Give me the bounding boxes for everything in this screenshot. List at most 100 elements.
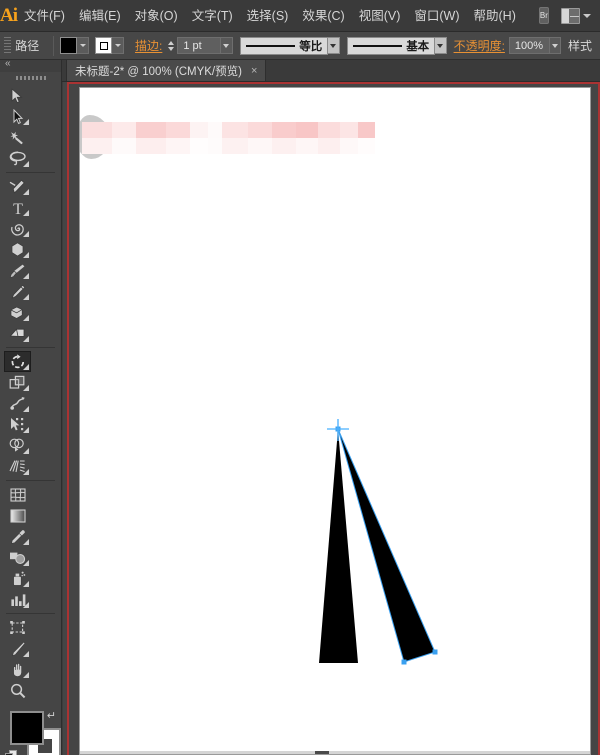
opacity-dropdown-icon[interactable] — [549, 37, 561, 54]
menu-object[interactable]: 对象(O) — [128, 0, 185, 32]
tool-flyout-icon — [23, 651, 29, 657]
selection-tool[interactable] — [4, 85, 31, 106]
fill-swatch-group[interactable] — [60, 37, 130, 54]
tools-panel-grip[interactable] — [15, 76, 46, 80]
tools-divider-1 — [6, 172, 55, 173]
rotate-tool[interactable] — [4, 351, 31, 372]
scale-tool[interactable] — [4, 372, 31, 393]
menu-view[interactable]: 视图(V) — [352, 0, 408, 32]
control-bar-grip[interactable] — [4, 36, 12, 55]
lasso-tool[interactable] — [4, 148, 31, 169]
tool-flyout-icon — [23, 672, 29, 678]
slice-tool[interactable] — [4, 638, 31, 659]
color-controls: ↵ — [0, 707, 61, 755]
workspace-switcher[interactable] — [560, 7, 591, 24]
menu-window[interactable]: 窗口(W) — [407, 0, 466, 32]
blend-tool[interactable] — [4, 547, 31, 568]
artboard[interactable] — [79, 87, 591, 755]
workspace-layout-icon — [560, 7, 580, 24]
control-bar-divider-1 — [53, 35, 54, 56]
menu-effect[interactable]: 效果(C) — [295, 0, 351, 32]
tool-flyout-icon — [23, 427, 29, 433]
default-fill-stroke-icon[interactable] — [5, 750, 18, 755]
hand-tool[interactable] — [4, 659, 31, 680]
tools-panel: T — [0, 58, 62, 755]
spiral-tool[interactable] — [4, 218, 31, 239]
column-graph-tool[interactable] — [4, 589, 31, 610]
width-profile-label: 等比 — [299, 40, 323, 53]
tools-divider-2 — [6, 347, 55, 348]
mesh-tool[interactable] — [4, 484, 31, 505]
style-label[interactable]: 样式 — [568, 37, 592, 54]
swap-fill-stroke-icon[interactable]: ↵ — [47, 709, 56, 722]
horizontal-scrollbar-track[interactable] — [80, 751, 590, 754]
menu-select[interactable]: 选择(S) — [240, 0, 296, 32]
tool-flyout-icon — [23, 161, 29, 167]
chevron-down-icon — [582, 13, 591, 18]
pencil-tool[interactable] — [4, 281, 31, 302]
menu-bar: Ai 文件(F) 编辑(E) 对象(O) 文字(T) 选择(S) 效果(C) 视… — [0, 0, 600, 32]
svg-text:T: T — [13, 201, 23, 216]
illustrator-window: Ai 文件(F) 编辑(E) 对象(O) 文字(T) 选择(S) 效果(C) 视… — [0, 0, 600, 755]
tools-grid-2: T — [0, 176, 61, 344]
tool-flyout-icon — [23, 189, 29, 195]
direct-selection-tool[interactable] — [4, 106, 31, 127]
eyedropper-tool[interactable] — [4, 526, 31, 547]
free-transform-tool[interactable] — [4, 414, 31, 435]
width-profile-dropdown-icon[interactable] — [328, 37, 340, 54]
tool-flyout-icon — [23, 231, 29, 237]
tool-flyout-icon — [23, 385, 29, 391]
brush-definition-dropdown-icon[interactable] — [435, 37, 447, 54]
tools-divider-4 — [6, 613, 55, 614]
menu-type[interactable]: 文字(T) — [185, 0, 240, 32]
tool-flyout-icon — [23, 581, 29, 587]
fill-color-box[interactable] — [10, 711, 44, 745]
document-tab-label: 未标题-2* @ 100% (CMYK/预览) — [75, 65, 242, 78]
fill-dropdown-icon[interactable] — [77, 37, 89, 54]
vector-artwork[interactable] — [80, 88, 591, 755]
pen-tool[interactable] — [4, 176, 31, 197]
tool-flyout-icon — [23, 539, 29, 545]
tools-panel-collapse-button[interactable] — [0, 58, 61, 72]
width-profile-line-icon — [245, 44, 296, 47]
zoom-tool[interactable] — [4, 680, 31, 701]
tool-flyout-icon — [23, 210, 29, 216]
stroke-dropdown-icon[interactable] — [112, 37, 124, 54]
menu-edit[interactable]: 编辑(E) — [72, 0, 128, 32]
stroke-weight-input[interactable]: 1 pt — [177, 37, 222, 54]
fill-color-swatch[interactable] — [60, 37, 77, 54]
stroke-weight-stepper[interactable] — [167, 37, 175, 54]
brush-definition-select[interactable]: 基本 — [346, 36, 436, 55]
menu-file[interactable]: 文件(F) — [17, 0, 72, 32]
symbol-sprayer-tool[interactable] — [4, 568, 31, 589]
document-tab[interactable]: 未标题-2* @ 100% (CMYK/预览) × — [66, 59, 267, 81]
paintbrush-tool[interactable] — [4, 260, 31, 281]
artboard-tool[interactable] — [4, 617, 31, 638]
blob-brush-tool[interactable] — [4, 302, 31, 323]
shape-builder-tool[interactable] — [4, 435, 31, 456]
horizontal-scrollbar-thumb[interactable] — [315, 751, 329, 754]
tools-grid-3 — [0, 351, 61, 477]
tool-flyout-icon — [23, 119, 29, 125]
tool-flyout-icon — [23, 252, 29, 258]
stroke-color-swatch[interactable] — [95, 37, 112, 54]
magic-wand-tool[interactable] — [4, 127, 31, 148]
type-tool[interactable]: T — [4, 197, 31, 218]
stroke-weight-dropdown-icon[interactable] — [221, 37, 233, 54]
close-icon[interactable]: × — [251, 65, 257, 77]
opacity-input[interactable]: 100% — [508, 37, 550, 54]
canvas-area[interactable] — [63, 82, 600, 755]
perspective-grid-tool[interactable] — [4, 456, 31, 477]
opacity-label[interactable]: 不透明度: — [454, 37, 505, 54]
tools-grid-5 — [0, 617, 61, 701]
warp-tool[interactable] — [4, 393, 31, 414]
tools-grid-4 — [0, 484, 61, 610]
polygon-tool[interactable] — [4, 239, 31, 260]
bridge-button[interactable]: Br — [538, 7, 549, 24]
width-profile-select[interactable]: 等比 — [239, 36, 329, 55]
menu-help[interactable]: 帮助(H) — [467, 0, 523, 32]
gradient-tool[interactable] — [4, 505, 31, 526]
tool-flyout-icon — [23, 364, 29, 370]
stroke-weight-label[interactable]: 描边: — [135, 37, 162, 54]
eraser-tool[interactable] — [4, 323, 31, 344]
